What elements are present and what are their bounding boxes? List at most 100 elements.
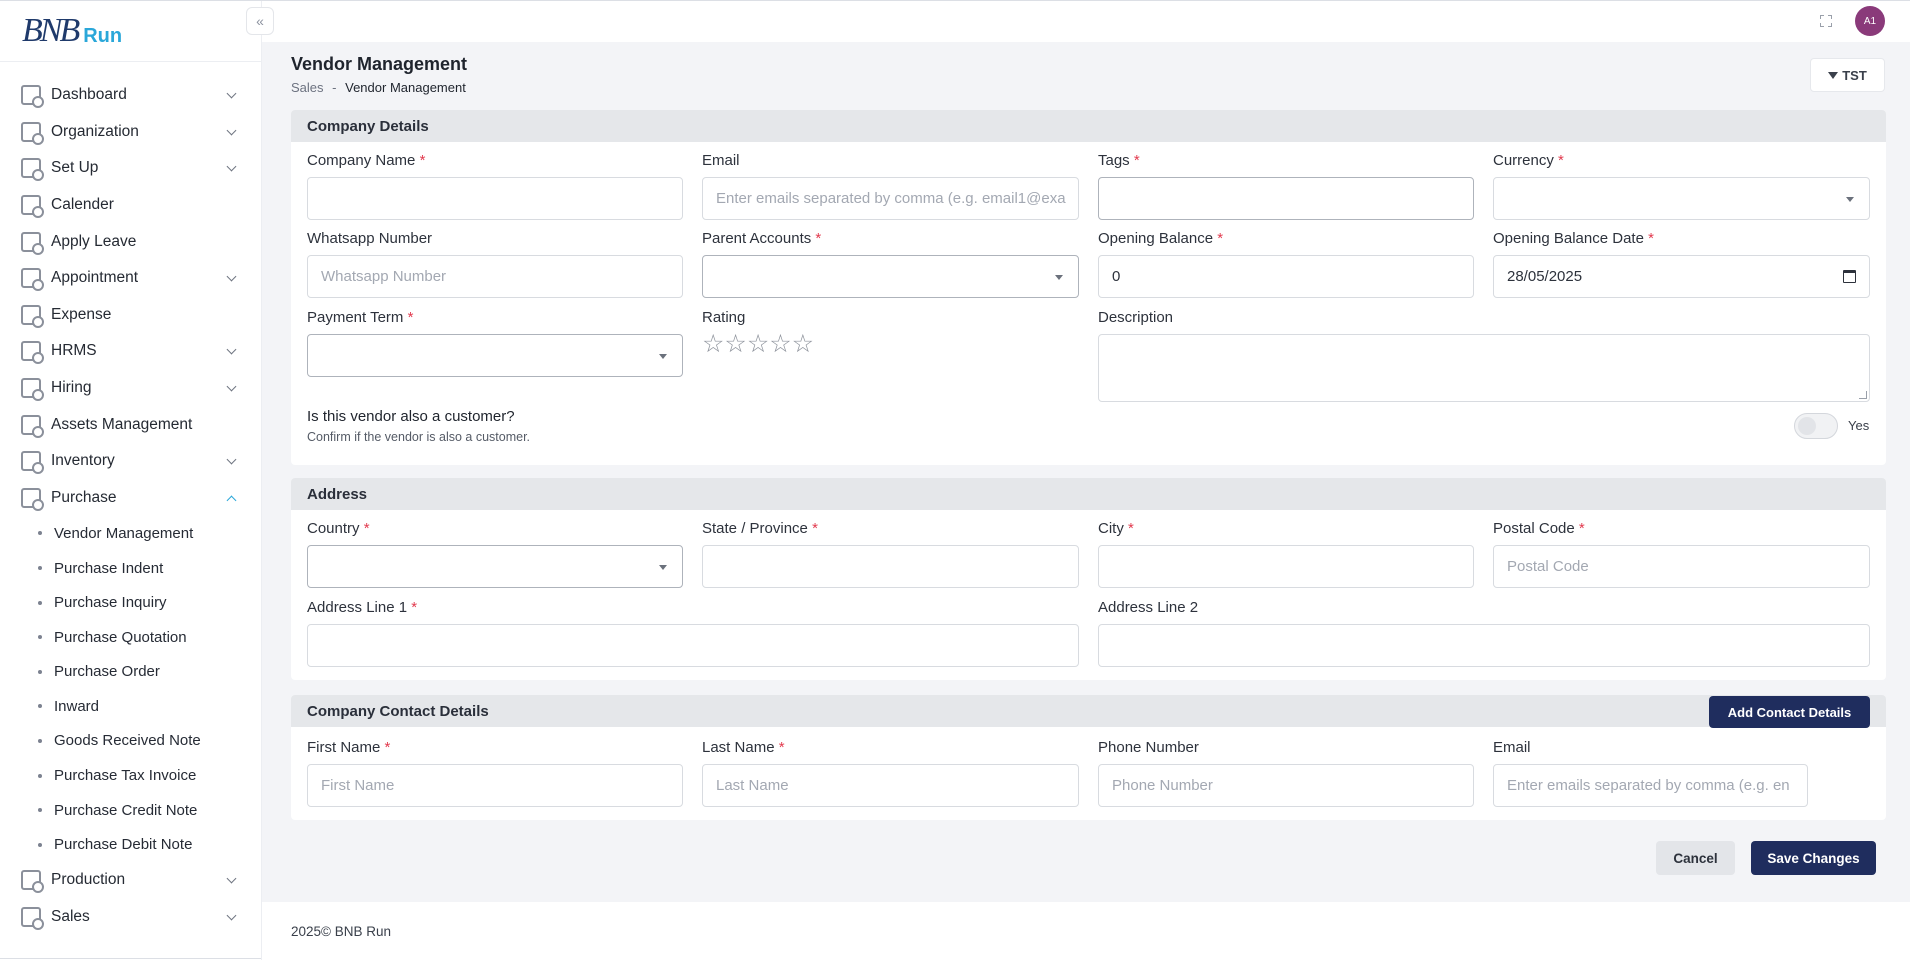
company-name-label: Company Name bbox=[307, 152, 416, 169]
organization-icon bbox=[21, 121, 44, 145]
submenu-item-goods-received-note[interactable]: Goods Received Note bbox=[0, 724, 261, 759]
submenu-item-purchase-quotation[interactable]: Purchase Quotation bbox=[0, 620, 261, 655]
submenu-item-vendor-management[interactable]: Vendor Management bbox=[0, 516, 261, 551]
sidebar-item-production[interactable]: Production bbox=[0, 862, 261, 899]
bullet-icon bbox=[38, 842, 42, 847]
first-name-input[interactable]: First Name bbox=[307, 764, 683, 807]
chevron-down-icon bbox=[226, 271, 237, 282]
currency-select[interactable] bbox=[1493, 177, 1870, 220]
expense-icon bbox=[21, 304, 44, 328]
cancel-button[interactable]: Cancel bbox=[1656, 841, 1735, 875]
leave-icon bbox=[21, 231, 44, 255]
submenu-item-purchase-order[interactable]: Purchase Order bbox=[0, 655, 261, 690]
filter-icon bbox=[1828, 71, 1839, 79]
contact-title: Company Contact Details bbox=[291, 695, 1886, 727]
chevron-down-icon bbox=[226, 161, 237, 172]
sidebar-item-label: Calender bbox=[51, 196, 114, 214]
first-name-field: First Name * First Name bbox=[307, 739, 683, 807]
bullet-icon bbox=[38, 704, 42, 709]
submenu-item-label: Inward bbox=[54, 697, 100, 715]
address-line1-field: Address Line 1 * bbox=[307, 599, 1079, 667]
sidebar-item-apply-leave[interactable]: Apply Leave bbox=[0, 223, 261, 260]
is-customer-toggle[interactable] bbox=[1794, 413, 1838, 439]
parent-accounts-select[interactable] bbox=[702, 255, 1079, 298]
app-logo[interactable]: BNB Run bbox=[22, 5, 122, 57]
fullscreen-icon[interactable] bbox=[1820, 15, 1832, 27]
city-input[interactable] bbox=[1098, 545, 1474, 588]
opening-balance-input[interactable]: 0 bbox=[1098, 255, 1474, 298]
add-contact-button[interactable]: Add Contact Details bbox=[1709, 696, 1870, 728]
rating-label: Rating bbox=[702, 309, 746, 326]
sidebar-item-label: Dashboard bbox=[51, 86, 127, 104]
currency-field: Currency * bbox=[1493, 152, 1870, 220]
payment-term-select[interactable] bbox=[307, 334, 683, 377]
sidebar-item-hiring[interactable]: Hiring bbox=[0, 370, 261, 407]
last-name-input[interactable]: Last Name bbox=[702, 764, 1079, 807]
collapse-sidebar-button[interactable]: « bbox=[246, 7, 274, 35]
breadcrumb-separator: - bbox=[332, 80, 337, 95]
address-line1-input[interactable] bbox=[307, 624, 1079, 667]
hiring-icon bbox=[21, 378, 44, 402]
parent-accounts-field: Parent Accounts * bbox=[702, 230, 1079, 298]
opening-balance-field: Opening Balance * 0 bbox=[1098, 230, 1474, 298]
avatar[interactable]: A1 bbox=[1855, 6, 1885, 36]
state-input[interactable] bbox=[702, 545, 1079, 588]
rating-stars[interactable]: ☆☆☆☆☆ bbox=[702, 329, 814, 359]
chevron-down-icon bbox=[226, 454, 237, 465]
bullet-icon bbox=[38, 773, 42, 778]
whatsapp-label: Whatsapp Number bbox=[307, 230, 433, 247]
submenu-item-purchase-credit-note[interactable]: Purchase Credit Note bbox=[0, 793, 261, 828]
tags-input[interactable] bbox=[1098, 177, 1474, 220]
address-line2-input[interactable] bbox=[1098, 624, 1870, 667]
bullet-icon bbox=[38, 600, 42, 605]
sidebar-item-expense[interactable]: Expense bbox=[0, 297, 261, 334]
submenu-item-purchase-indent[interactable]: Purchase Indent bbox=[0, 551, 261, 586]
sidebar-item-assets-management[interactable]: Assets Management bbox=[0, 406, 261, 443]
description-textarea[interactable] bbox=[1098, 334, 1870, 402]
calendar-icon[interactable] bbox=[1843, 270, 1856, 283]
submenu-item-purchase-inquiry[interactable]: Purchase Inquiry bbox=[0, 585, 261, 620]
contact-card: Company Contact Details Add Contact Deta… bbox=[291, 695, 1886, 820]
sidebar-item-label: Hiring bbox=[51, 379, 92, 397]
bullet-icon bbox=[38, 738, 42, 743]
company-name-input[interactable] bbox=[307, 177, 683, 220]
submenu-item-label: Purchase Credit Note bbox=[54, 801, 198, 819]
contact-email-label: Email bbox=[1493, 739, 1531, 756]
chevron-up-icon bbox=[226, 495, 237, 505]
page-title: Vendor Management bbox=[291, 54, 468, 74]
phone-input[interactable]: Phone Number bbox=[1098, 764, 1474, 807]
postal-code-input[interactable]: Postal Code bbox=[1493, 545, 1870, 588]
email-label: Email bbox=[702, 152, 740, 169]
sidebar-item-purchase[interactable]: Purchase bbox=[0, 480, 261, 517]
save-changes-button[interactable]: Save Changes bbox=[1751, 841, 1876, 875]
description-label: Description bbox=[1098, 309, 1174, 326]
breadcrumb-root[interactable]: Sales bbox=[291, 80, 324, 95]
sidebar-item-sales[interactable]: Sales bbox=[0, 899, 261, 936]
state-label: State / Province bbox=[702, 520, 808, 537]
sidebar-item-calender[interactable]: Calender bbox=[0, 187, 261, 224]
is-customer-toggle-label: Yes bbox=[1848, 418, 1870, 433]
sidebar-item-appointment[interactable]: Appointment bbox=[0, 260, 261, 297]
email-input[interactable]: Enter emails separated by comma (e.g. em… bbox=[702, 177, 1079, 220]
breadcrumb: Sales - Vendor Management bbox=[291, 80, 466, 95]
submenu-item-inward[interactable]: Inward bbox=[0, 689, 261, 724]
whatsapp-input[interactable]: Whatsapp Number bbox=[307, 255, 683, 298]
sidebar-item-inventory[interactable]: Inventory bbox=[0, 443, 261, 480]
opening-balance-date-field: Opening Balance Date * 28/05/2025 bbox=[1493, 230, 1870, 298]
country-select[interactable] bbox=[307, 545, 683, 588]
sidebar-nav: Dashboard Organization Set Up Calender Apply… bbox=[0, 77, 261, 936]
customer-question: Is this vendor also a customer? bbox=[307, 408, 515, 425]
sidebar-item-organization[interactable]: Organization bbox=[0, 114, 261, 151]
submenu-item-purchase-debit-note[interactable]: Purchase Debit Note bbox=[0, 827, 261, 862]
contact-email-input[interactable]: Enter emails separated by comma (e.g. en bbox=[1493, 764, 1808, 807]
sidebar-item-set-up[interactable]: Set Up bbox=[0, 150, 261, 187]
filter-button[interactable]: TST bbox=[1810, 58, 1885, 92]
country-label: Country bbox=[307, 520, 360, 537]
sidebar-item-dashboard[interactable]: Dashboard bbox=[0, 77, 261, 114]
city-field: City * bbox=[1098, 520, 1474, 588]
submenu-item-purchase-tax-invoice[interactable]: Purchase Tax Invoice bbox=[0, 758, 261, 793]
sidebar-item-hrms[interactable]: HRMS bbox=[0, 333, 261, 370]
setup-icon bbox=[21, 158, 44, 182]
tags-label: Tags bbox=[1098, 152, 1130, 169]
opening-balance-date-input[interactable]: 28/05/2025 bbox=[1493, 255, 1870, 298]
